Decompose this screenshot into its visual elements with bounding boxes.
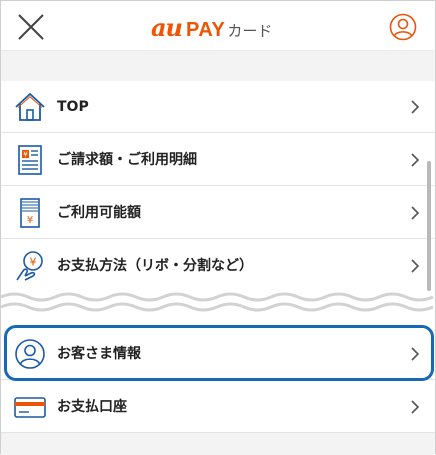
menu-item-label: お客さま情報 [57, 346, 141, 362]
invoice-icon: ¥ [18, 145, 42, 175]
logo-pay-text: PAY [186, 19, 226, 41]
chevron-right-icon [411, 100, 420, 114]
scrollbar-thumb[interactable] [427, 161, 431, 291]
menu-item-label: TOP [57, 99, 89, 115]
user-circle-icon [15, 339, 45, 369]
spacer-band [1, 51, 435, 81]
menu-item-top[interactable]: TOP [1, 81, 435, 133]
chevron-right-icon [411, 153, 420, 167]
menu-item-payment-account[interactable]: お支払口座 [1, 381, 435, 433]
app-frame: au PAY カード TOP ¥ ご請求額・ご利用明細 ¥ ご利用可能額 ¥ お… [0, 0, 436, 455]
menu-item-label: お支払口座 [57, 399, 127, 415]
chevron-right-icon [411, 206, 420, 220]
logo-au-text: au [151, 13, 183, 42]
wave-divider [0, 281, 435, 325]
svg-text:¥: ¥ [23, 151, 28, 159]
menu-item-label: ご利用可能額 [57, 205, 141, 221]
payment-method-icon: ¥ [16, 251, 43, 281]
logo-card-text: カード [227, 22, 273, 40]
svg-text:¥: ¥ [27, 215, 33, 226]
wave-divider-graphic [0, 292, 434, 312]
menu-item-billing[interactable]: ¥ ご請求額・ご利用明細 [1, 134, 435, 186]
available-amount-icon: ¥ [20, 198, 40, 228]
svg-text:¥: ¥ [30, 256, 37, 269]
header: au PAY カード [1, 1, 435, 51]
bottom-band [1, 433, 435, 455]
close-icon [18, 14, 44, 40]
account-button[interactable] [389, 13, 417, 41]
close-button[interactable] [15, 11, 47, 43]
au-pay-card-logo[interactable]: au PAY カード [151, 13, 273, 42]
user-circle-icon [389, 13, 417, 41]
bank-card-icon [14, 397, 46, 418]
chevron-right-icon [411, 400, 420, 414]
menu-item-available-amount[interactable]: ¥ ご利用可能額 [1, 187, 435, 239]
chevron-right-icon [411, 347, 420, 361]
home-icon [15, 92, 45, 121]
menu-item-customer-info[interactable]: お客さま情報 [1, 328, 435, 380]
menu-item-label: ご請求額・ご利用明細 [57, 152, 197, 168]
chevron-right-icon [411, 259, 420, 273]
